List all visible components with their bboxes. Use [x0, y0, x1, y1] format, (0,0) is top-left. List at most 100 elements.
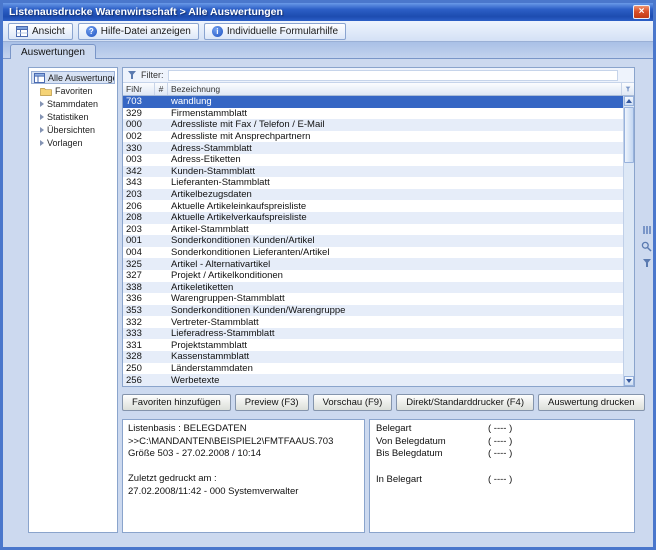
- table-row[interactable]: 327 Projekt / Artikelkonditionen: [123, 270, 623, 282]
- row-number: 353: [123, 305, 155, 316]
- row-number: 256: [123, 375, 155, 386]
- von-belegdatum-label: Von Belegdatum: [376, 436, 488, 449]
- help-file-button[interactable]: ? Hilfe-Datei anzeigen: [78, 23, 199, 40]
- tree-item-favoriten[interactable]: Favoriten: [40, 85, 115, 97]
- direct-printer-f4-button[interactable]: Direkt/Standarddrucker (F4): [396, 394, 534, 411]
- table-row[interactable]: 353 Sonderkonditionen Kunden/Warengruppe: [123, 305, 623, 317]
- tree-item-label: Favoriten: [55, 86, 93, 96]
- help-file-label: Hilfe-Datei anzeigen: [101, 26, 191, 37]
- tree-item-vorlagen[interactable]: Vorlagen: [40, 137, 115, 149]
- ansicht-label: Ansicht: [32, 26, 65, 37]
- table-row[interactable]: 331 Projektstammblatt: [123, 339, 623, 351]
- print-report-button[interactable]: Auswertung drucken: [538, 394, 645, 411]
- table-body: 703 wandlung 329 Firmenstammblatt 000 Ad…: [123, 96, 623, 386]
- row-title: Adressliste mit Ansprechpartnern: [168, 131, 623, 142]
- row-number: 332: [123, 317, 155, 328]
- row-number: 203: [123, 224, 155, 235]
- row-number: 329: [123, 108, 155, 119]
- tab-auswertungen[interactable]: Auswertungen: [10, 44, 96, 59]
- tree-item-alle-auswertungen[interactable]: Alle Auswertungen: [31, 71, 115, 84]
- funnel-icon[interactable]: [642, 258, 652, 268]
- table-row[interactable]: 000 Adressliste mit Fax / Telefon / E-Ma…: [123, 119, 623, 131]
- table-row[interactable]: 338 Artikeletiketten: [123, 282, 623, 294]
- add-favorites-button[interactable]: Favoriten hinzufügen: [122, 394, 231, 411]
- row-title: Artikeletiketten: [168, 282, 623, 293]
- row-title: Adress-Etiketten: [168, 154, 623, 165]
- column-header-finr[interactable]: FiNr: [123, 83, 155, 95]
- table-row[interactable]: 325 Artikel - Alternativartikel: [123, 258, 623, 270]
- arrow-down-icon: [626, 379, 632, 383]
- row-title: Kassenstammblatt: [168, 351, 623, 362]
- expander-icon[interactable]: [40, 114, 44, 120]
- row-number: 338: [123, 282, 155, 293]
- form-help-button[interactable]: i Individuelle Formularhilfe: [204, 23, 346, 40]
- column-header-bezeichnung[interactable]: Bezeichnung: [168, 83, 622, 95]
- table-row[interactable]: 206 Aktuelle Artikeleinkaufspreisliste: [123, 200, 623, 212]
- table-row[interactable]: 002 Adressliste mit Ansprechpartnern: [123, 131, 623, 143]
- row-number: 342: [123, 166, 155, 177]
- scroll-down-button[interactable]: [624, 376, 634, 386]
- expander-icon[interactable]: [40, 127, 44, 133]
- tree-item-stammdaten[interactable]: Stammdaten: [40, 98, 115, 110]
- table-row[interactable]: 333 Lieferadress-Stammblatt: [123, 328, 623, 340]
- tab-strip: Auswertungen: [3, 42, 653, 59]
- table-row[interactable]: 003 Adress-Etiketten: [123, 154, 623, 166]
- filter-bar: Filter:: [123, 68, 634, 83]
- row-title: Artikel-Stammblatt: [168, 224, 623, 235]
- table-row[interactable]: 001 Sonderkonditionen Kunden/Artikel: [123, 235, 623, 247]
- table-row[interactable]: 330 Adress-Stammblatt: [123, 142, 623, 154]
- row-title: Kunden-Stammblatt: [168, 166, 623, 177]
- close-button[interactable]: ×: [633, 5, 650, 19]
- row-number: 203: [123, 189, 155, 200]
- vertical-scrollbar[interactable]: [623, 96, 634, 386]
- scrollbar-thumb[interactable]: [624, 107, 634, 163]
- table-row[interactable]: 329 Firmenstammblatt: [123, 108, 623, 120]
- expander-icon[interactable]: [40, 140, 44, 146]
- app-window: Listenausdrucke Warenwirtschaft > Alle A…: [0, 0, 656, 550]
- belegart-row: Belegart ( ---- ): [376, 423, 628, 436]
- arrow-up-icon: [626, 99, 632, 103]
- window-title: Listenausdrucke Warenwirtschaft > Alle A…: [9, 6, 633, 18]
- von-belegdatum-row: Von Belegdatum ( ---- ): [376, 436, 628, 449]
- table-row[interactable]: 004 Sonderkonditionen Lieferanten/Artike…: [123, 247, 623, 259]
- search-icon[interactable]: [641, 241, 652, 252]
- tree-item-statistiken[interactable]: Statistiken: [40, 111, 115, 123]
- table-row[interactable]: 332 Vertreter-Stammblatt: [123, 316, 623, 328]
- table-row[interactable]: 328 Kassenstammblatt: [123, 351, 623, 363]
- columns-icon[interactable]: [642, 225, 652, 235]
- preview-f3-button[interactable]: Preview (F3): [235, 394, 309, 411]
- row-title: Lieferadress-Stammblatt: [168, 328, 623, 339]
- report-list-panel: Filter: FiNr # Bezeichnung 703 wandlung …: [122, 67, 635, 387]
- table-row[interactable]: 343 Lieferanten-Stammblatt: [123, 177, 623, 189]
- tree-item-uebersichten[interactable]: Übersichten: [40, 124, 115, 136]
- table-row[interactable]: 203 Artikel-Stammblatt: [123, 224, 623, 236]
- table-row[interactable]: 256 Werbetexte: [123, 374, 623, 386]
- table-row[interactable]: 250 Länderstammdaten: [123, 363, 623, 375]
- row-title: Länderstammdaten: [168, 363, 623, 374]
- table-row[interactable]: 336 Warengruppen-Stammblatt: [123, 293, 623, 305]
- scroll-up-button[interactable]: [624, 96, 634, 106]
- row-number: 343: [123, 177, 155, 188]
- row-title: wandlung: [168, 96, 623, 107]
- table-row[interactable]: 208 Aktuelle Artikelverkaufspreisliste: [123, 212, 623, 224]
- column-header-flag[interactable]: #: [155, 83, 168, 95]
- row-title: Firmenstammblatt: [168, 108, 623, 119]
- row-number: 336: [123, 293, 155, 304]
- row-number: 328: [123, 351, 155, 362]
- row-title: Sonderkonditionen Kunden/Warengruppe: [168, 305, 623, 316]
- column-filter-icon[interactable]: [622, 83, 634, 95]
- table-row[interactable]: 342 Kunden-Stammblatt: [123, 166, 623, 178]
- filter-input[interactable]: [168, 70, 619, 81]
- expander-icon[interactable]: [40, 101, 44, 107]
- row-number: 330: [123, 143, 155, 154]
- row-title: Aktuelle Artikelverkaufspreisliste: [168, 212, 623, 223]
- table-row[interactable]: 203 Artikelbezugsdaten: [123, 189, 623, 201]
- row-title: Sonderkonditionen Kunden/Artikel: [168, 235, 623, 246]
- row-title: Warengruppen-Stammblatt: [168, 293, 623, 304]
- reports-icon: [34, 73, 45, 83]
- bis-belegdatum-value: ( ---- ): [488, 448, 512, 461]
- vorschau-f9-button[interactable]: Vorschau (F9): [313, 394, 393, 411]
- ansicht-button[interactable]: Ansicht: [8, 23, 73, 40]
- table-row[interactable]: 703 wandlung: [123, 96, 623, 108]
- listenbasis-line: Listenbasis : BELEGDATEN: [128, 423, 359, 436]
